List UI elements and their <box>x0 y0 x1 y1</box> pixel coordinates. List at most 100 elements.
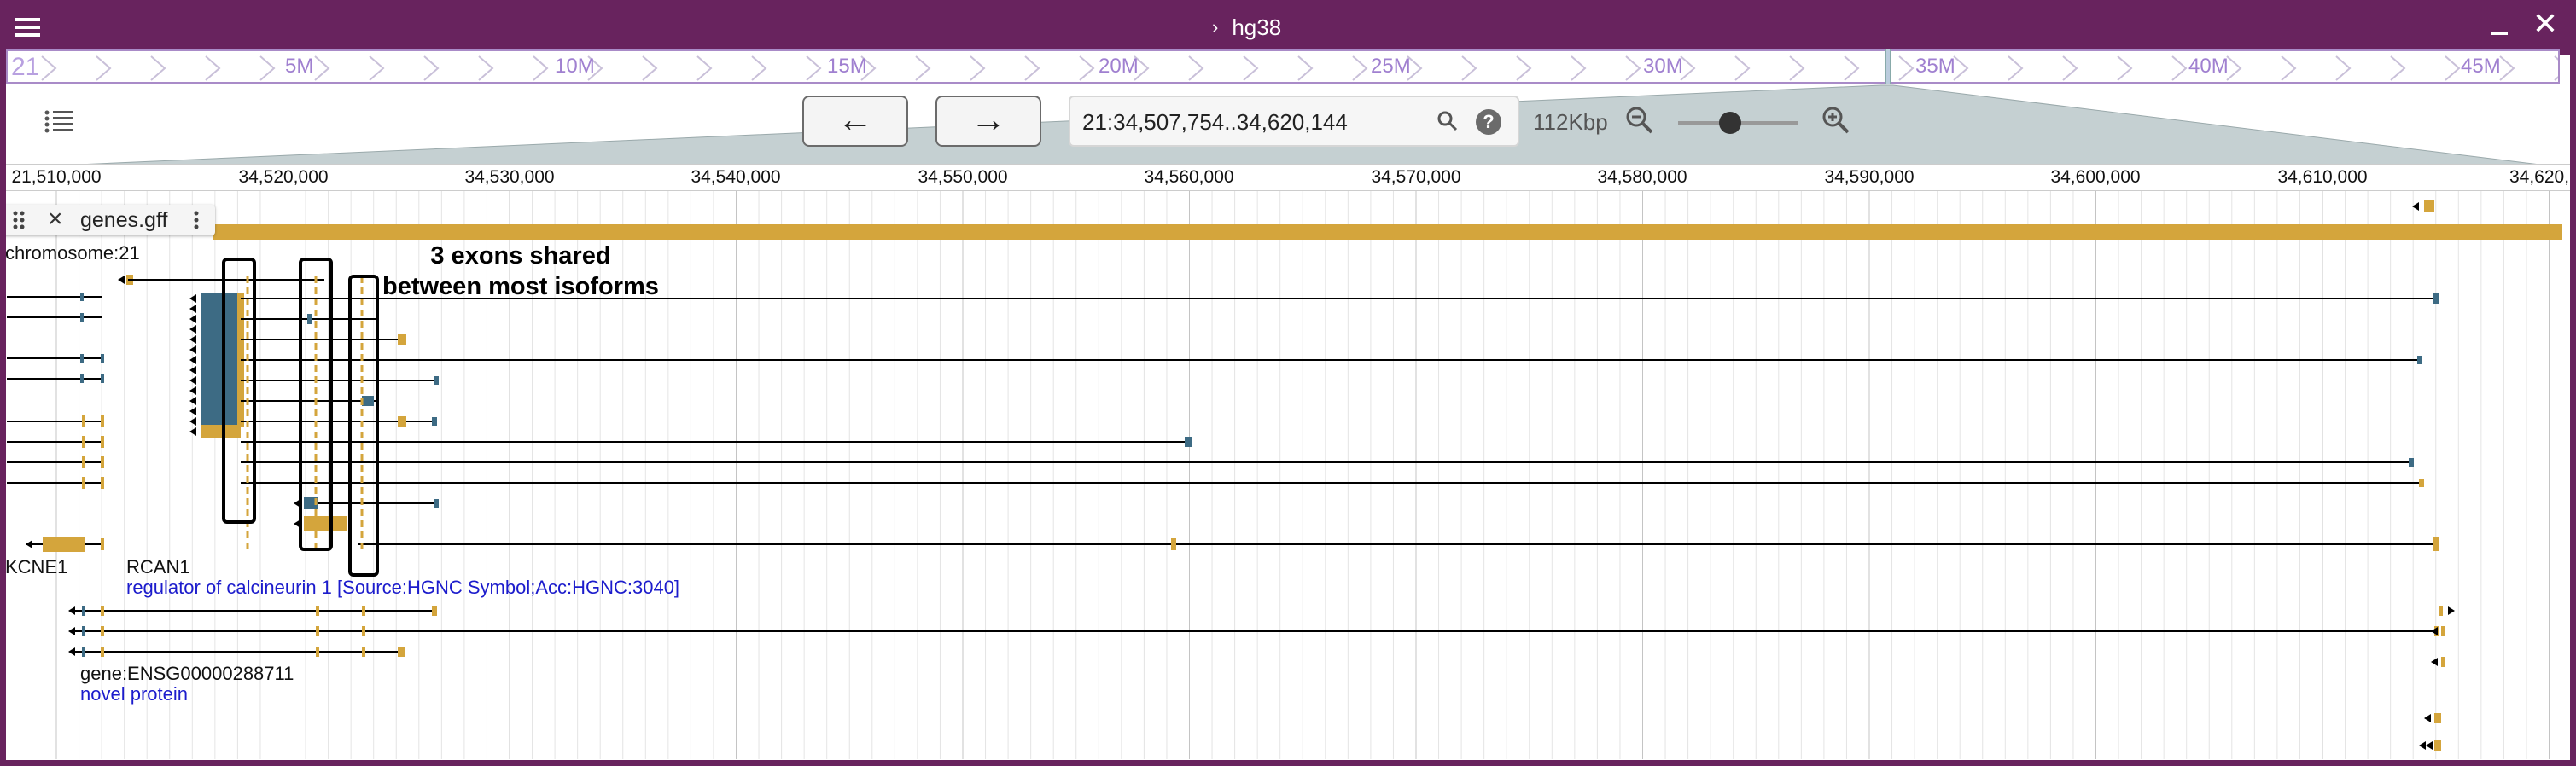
overview-chevron <box>2335 55 2352 81</box>
gene-exon <box>2433 537 2439 551</box>
ruler-label: 34,600,000 <box>2050 167 2141 187</box>
strand-arrow <box>189 376 196 385</box>
overview-chevron <box>1297 55 1314 81</box>
back-button[interactable]: ← <box>802 96 908 147</box>
strand-arrow <box>118 276 125 284</box>
overview-chevron <box>1898 55 1915 81</box>
overview-label: 5M <box>285 55 314 78</box>
drag-handle-icon[interactable] <box>12 210 26 230</box>
cds-exon <box>80 374 84 383</box>
overview-label: 45M <box>2461 55 2501 78</box>
gene-exon <box>2419 479 2424 487</box>
forward-button[interactable]: → <box>935 96 1041 147</box>
gene-exon <box>2434 740 2441 751</box>
overview-chevron <box>2171 55 2188 81</box>
gene-exon <box>101 456 104 468</box>
cds-exon <box>80 293 84 301</box>
cds-exon <box>82 647 85 657</box>
gene-exon <box>201 425 241 438</box>
cds-exon <box>80 354 84 363</box>
cds-exon <box>82 606 85 616</box>
strand-arrow <box>26 540 32 548</box>
overview-label: 30M <box>1643 55 1683 78</box>
overview-chevron <box>205 55 221 81</box>
overview-chevron <box>41 55 57 81</box>
gene-exon <box>316 626 319 636</box>
overview-chevron <box>806 55 822 81</box>
gene-exon <box>237 406 244 416</box>
overview-label: 15M <box>827 55 867 78</box>
help-icon[interactable]: ? <box>1476 109 1501 135</box>
cds-exon <box>434 499 439 508</box>
gene-exon <box>316 606 319 616</box>
ruler-label: 34,570,000 <box>1371 167 1461 187</box>
overview-chevron <box>2390 55 2406 81</box>
gene-name-label: RCAN1 <box>126 556 190 577</box>
zoom-out-icon[interactable] <box>1625 106 1654 135</box>
gene-exon <box>362 626 365 636</box>
gene-exon <box>82 477 85 489</box>
cds-exon <box>307 314 312 324</box>
track-list-icon[interactable] <box>44 109 73 135</box>
overview-chevron <box>2554 55 2558 81</box>
overview-chevron <box>1953 55 1969 81</box>
overview-region-marker[interactable] <box>1885 49 1891 84</box>
strand-arrow <box>189 315 196 323</box>
track-menu-icon[interactable] <box>193 210 200 230</box>
zoom-slider-thumb[interactable] <box>1719 112 1741 134</box>
overview-chevron <box>1461 55 1477 81</box>
gene-name-label: KCNE1 <box>5 556 68 577</box>
gene-exon <box>237 345 244 355</box>
cds-exon <box>201 314 241 324</box>
overview-chevron <box>1844 55 1860 81</box>
strand-arrow <box>2424 714 2431 722</box>
gene-exon <box>2434 713 2441 723</box>
close-track-icon[interactable]: × <box>48 206 63 232</box>
overview-chevron <box>1734 55 1751 81</box>
view-title[interactable]: › hg38 <box>1212 10 1281 44</box>
gene-exon <box>1171 538 1176 550</box>
overview-chevron <box>1024 55 1040 81</box>
gene-exon <box>2424 200 2434 212</box>
overview-chevron <box>150 55 166 81</box>
annotation-line: between most isoforms <box>382 273 659 300</box>
zoom-in-icon[interactable] <box>1821 106 1850 135</box>
gene-exon <box>362 606 365 616</box>
strand-arrow <box>189 325 196 334</box>
ruler-label: 34,530,000 <box>464 167 555 187</box>
ruler-label: 34,590,000 <box>1824 167 1915 187</box>
ruler-label: 34,620, <box>2509 167 2570 187</box>
gene-exon <box>362 647 365 657</box>
ruler-label: 34,520,000 <box>238 167 329 187</box>
overview-label: 35M <box>1915 55 1955 78</box>
gene-exon <box>82 456 85 468</box>
gene-exon <box>237 304 244 314</box>
search-icon[interactable] <box>1437 111 1458 131</box>
overview-chevron <box>96 55 112 81</box>
menu-icon[interactable] <box>12 12 43 43</box>
gene-exon <box>398 334 406 345</box>
cds-exon <box>201 386 241 396</box>
overview-chevron <box>259 55 276 81</box>
chromosome-overview[interactable]: 21 5M 10M 15M 20M 25M 30M 35M 40M 45M <box>6 49 2560 84</box>
overview-chevron <box>970 55 986 81</box>
gene-exon <box>101 436 104 448</box>
gene-exon <box>82 415 85 427</box>
cds-exon <box>434 376 439 385</box>
gene-exon <box>237 324 244 334</box>
cds-exon <box>362 396 374 406</box>
minimize-icon[interactable] <box>2484 10 2515 41</box>
overview-chevron <box>1079 55 1095 81</box>
cds-exon <box>201 355 241 365</box>
strand-arrow <box>2448 606 2455 615</box>
coordinate-ruler[interactable]: 21,510,000 34,520,000 34,530,000 34,540,… <box>0 164 2576 191</box>
overview-chevron <box>1571 55 1587 81</box>
overview-chevron <box>1352 55 1368 81</box>
cds-exon <box>2417 356 2422 364</box>
close-icon[interactable]: ✕ <box>2528 7 2562 41</box>
overview-label: 20M <box>1099 55 1139 78</box>
location-input[interactable]: 21:34,507,754..34,620,144 ? <box>1069 96 1519 147</box>
overview-chevron <box>2008 55 2024 81</box>
strand-arrow <box>68 606 75 615</box>
cds-exon <box>101 354 104 363</box>
